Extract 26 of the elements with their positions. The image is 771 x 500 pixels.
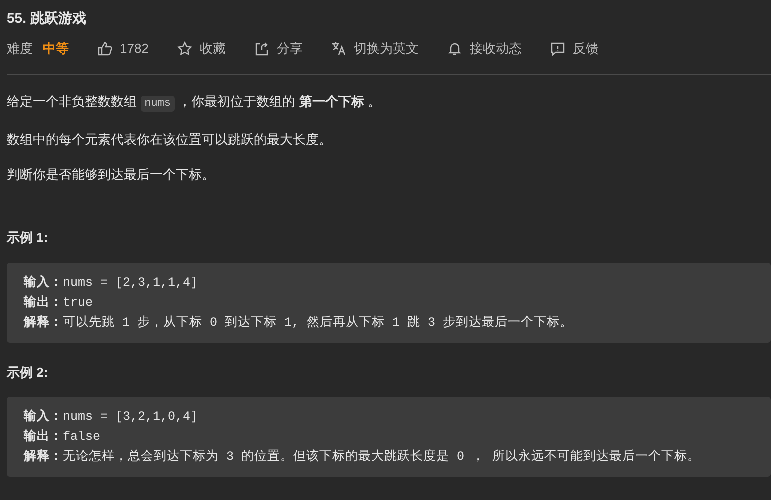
feedback-icon — [550, 41, 566, 57]
example-heading: 示例 2: — [7, 364, 48, 382]
example-line: 输出：true — [24, 294, 94, 312]
example-line: 输入：nums = [2,3,1,1,4] — [24, 274, 198, 292]
example-line: 输出：false — [24, 428, 101, 446]
description-paragraph: 判断你是否能够到达最后一个下标。 — [7, 166, 215, 184]
description-paragraph: 给定一个非负整数数组 nums ，你最初位于数组的 第一个下标 。 — [7, 93, 381, 114]
toolbar-like-button[interactable]: 1782 — [97, 39, 149, 59]
toolbar-follow-button[interactable]: 接收动态 — [446, 39, 522, 59]
toolbar-share-button[interactable]: 分享 — [254, 39, 303, 59]
example-line: 解释：可以先跳 1 步，从下标 0 到达下标 1, 然后再从下标 1 跳 3 步到达最后一个下标。 — [24, 314, 574, 332]
example-line: 解释：无论怎样，总会到达下标为 3 的位置。但该下标的最大跳跃长度是 0 ， 所以永远不可能到达最后一个下标。 — [24, 448, 701, 466]
bell-icon — [446, 41, 463, 57]
toolbar-translate-button[interactable]: 切换为英文 — [330, 39, 419, 59]
like-icon — [97, 41, 113, 57]
toolbar-feedback-button[interactable]: 反馈 — [550, 39, 599, 59]
example-line: 输入：nums = [3,2,1,0,4] — [24, 408, 198, 426]
difficulty-label: 难度 — [7, 40, 33, 58]
translate-icon — [330, 41, 347, 57]
difficulty-value: 中等 — [43, 40, 69, 58]
star-icon — [176, 41, 193, 57]
problem-title: 55. 跳跃游戏 — [7, 9, 86, 27]
description-paragraph: 数组中的每个元素代表你在该位置可以跳跃的最大长度。 — [7, 131, 332, 149]
share-icon — [254, 41, 270, 57]
example-heading: 示例 1: — [7, 229, 48, 247]
toolbar-favorite-button[interactable]: 收藏 — [176, 39, 226, 59]
